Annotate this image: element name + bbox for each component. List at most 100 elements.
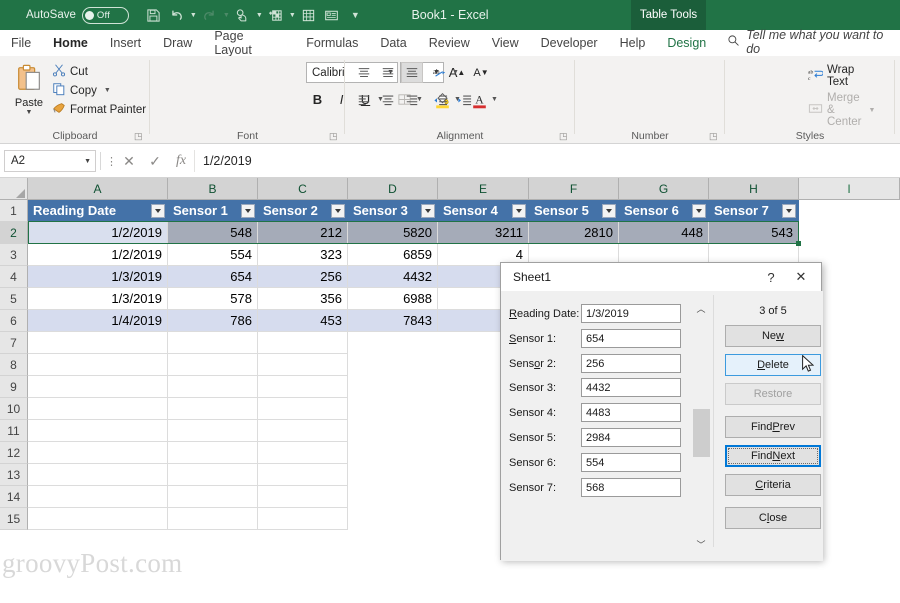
cell-b11[interactable] (168, 420, 258, 442)
touch-mode-dropdown-icon[interactable]: ▼ (255, 4, 264, 26)
cell-b10[interactable] (168, 398, 258, 420)
help-icon[interactable]: ? (761, 267, 781, 287)
copy-dropdown-icon[interactable]: ▼ (104, 87, 111, 94)
cell-b6[interactable]: 786 (168, 310, 258, 332)
field-input-sensor-6[interactable]: 554 (581, 453, 681, 472)
row-header-5[interactable]: 5 (0, 288, 28, 310)
cell-b3[interactable]: 554 (168, 244, 258, 266)
cell-d3[interactable]: 6859 (348, 244, 438, 266)
filter-dropdown-icon[interactable] (241, 204, 255, 218)
filter-dropdown-icon[interactable] (512, 204, 526, 218)
table-header-sensor-3[interactable]: Sensor 3 (348, 200, 438, 222)
cell-a5[interactable]: 1/3/2019 (28, 288, 168, 310)
touch-mode-icon[interactable] (232, 4, 254, 26)
table-header-sensor-4[interactable]: Sensor 4 (438, 200, 529, 222)
number-dialog-launcher[interactable]: ◳ (709, 131, 719, 141)
name-box[interactable]: A2 ▼ (4, 150, 96, 172)
table-header-sensor-2[interactable]: Sensor 2 (258, 200, 348, 222)
dialog-title-bar[interactable]: Sheet1 ? ✕ (501, 263, 821, 291)
tab-design[interactable]: Design (656, 30, 717, 56)
row-header-2[interactable]: 2 (0, 222, 28, 244)
autosave-control[interactable]: AutoSave Off (26, 6, 129, 24)
criteria-button[interactable]: Criteria (725, 474, 821, 496)
align-right-button[interactable] (401, 89, 423, 110)
align-left-button[interactable] (353, 89, 375, 110)
copy-button[interactable]: Copy ▼ (52, 81, 111, 100)
column-header-h[interactable]: H (709, 178, 799, 200)
row-header-11[interactable]: 11 (0, 420, 28, 442)
cell-c4[interactable]: 256 (258, 266, 348, 288)
cell-a7[interactable] (28, 332, 168, 354)
cell-c11[interactable] (258, 420, 348, 442)
row-header-9[interactable]: 9 (0, 376, 28, 398)
row-header-1[interactable]: 1 (0, 200, 28, 222)
cell-b7[interactable] (168, 332, 258, 354)
table-header-sensor-7[interactable]: Sensor 7 (709, 200, 799, 222)
table-header-reading-date[interactable]: Reading Date (28, 200, 168, 222)
cell-c14[interactable] (258, 486, 348, 508)
orientation-button[interactable]: ab (429, 62, 451, 83)
row-header-3[interactable]: 3 (0, 244, 28, 266)
customize-qat-icon[interactable]: ▼ (351, 4, 360, 26)
autosave-toggle[interactable]: Off (81, 6, 129, 24)
select-all-corner[interactable] (0, 178, 28, 200)
filter-dropdown-icon[interactable] (692, 204, 706, 218)
new-record-button[interactable]: Ne w (725, 325, 821, 347)
font-dialog-launcher[interactable]: ◳ (329, 131, 339, 141)
row-header-7[interactable]: 7 (0, 332, 28, 354)
column-header-e[interactable]: E (438, 178, 529, 200)
redo-dropdown-icon[interactable]: ▼ (222, 4, 231, 26)
table-header-sensor-5[interactable]: Sensor 5 (529, 200, 619, 222)
cell-b8[interactable] (168, 354, 258, 376)
cell-b4[interactable]: 654 (168, 266, 258, 288)
cell-e2[interactable]: 3211 (438, 222, 529, 244)
close-dialog-button[interactable]: Cl ose (725, 507, 821, 529)
cancel-icon[interactable]: ✕ (116, 150, 142, 172)
align-middle-button[interactable] (377, 62, 399, 83)
cell-c9[interactable] (258, 376, 348, 398)
filter-dropdown-icon[interactable] (782, 204, 796, 218)
cell-a15[interactable] (28, 508, 168, 530)
cell-a6[interactable]: 1/4/2019 (28, 310, 168, 332)
alignment-dialog-launcher[interactable]: ◳ (559, 131, 569, 141)
formula-input[interactable]: 1/2/2019 (194, 150, 900, 172)
cut-button[interactable]: Cut (52, 62, 88, 81)
cell-a12[interactable] (28, 442, 168, 464)
tab-formulas[interactable]: Formulas (295, 30, 369, 56)
new-sheet-dropdown-icon[interactable]: ▼ (288, 4, 297, 26)
paste-button[interactable]: Paste ▼ (8, 60, 50, 122)
table-header-sensor-1[interactable]: Sensor 1 (168, 200, 258, 222)
cell-d5[interactable]: 6988 (348, 288, 438, 310)
field-input-reading-date[interactable]: 1/3/2019 (581, 304, 681, 323)
cell-b14[interactable] (168, 486, 258, 508)
tab-file[interactable]: File (0, 30, 42, 56)
cell-c3[interactable]: 323 (258, 244, 348, 266)
table-header-sensor-6[interactable]: Sensor 6 (619, 200, 709, 222)
cell-a2[interactable]: 1/2/2019 (28, 222, 168, 244)
align-bottom-button[interactable] (401, 62, 423, 83)
cell-b15[interactable] (168, 508, 258, 530)
redo-icon[interactable] (199, 4, 221, 26)
cell-c10[interactable] (258, 398, 348, 420)
orientation-dropdown-icon[interactable]: ▼ (450, 62, 461, 83)
cell-f2[interactable]: 2810 (529, 222, 619, 244)
tab-data[interactable]: Data (369, 30, 417, 56)
paste-dropdown-icon[interactable]: ▼ (26, 109, 33, 117)
insert-function-icon[interactable]: fx (168, 150, 194, 172)
cell-c8[interactable] (258, 354, 348, 376)
field-input-sensor-2[interactable]: 256 (581, 354, 681, 373)
new-sheet-icon[interactable] (265, 4, 287, 26)
row-header-4[interactable]: 4 (0, 266, 28, 288)
form-icon[interactable] (321, 4, 343, 26)
column-header-g[interactable]: G (619, 178, 709, 200)
row-header-10[interactable]: 10 (0, 398, 28, 420)
undo-dropdown-icon[interactable]: ▼ (189, 4, 198, 26)
field-input-sensor-1[interactable]: 654 (581, 329, 681, 348)
field-input-sensor-3[interactable]: 4432 (581, 378, 681, 397)
cell-c13[interactable] (258, 464, 348, 486)
cell-d2[interactable]: 5820 (348, 222, 438, 244)
cell-c2[interactable]: 212 (258, 222, 348, 244)
filter-dropdown-icon[interactable] (421, 204, 435, 218)
cell-c7[interactable] (258, 332, 348, 354)
cell-h2[interactable]: 543 (709, 222, 799, 244)
